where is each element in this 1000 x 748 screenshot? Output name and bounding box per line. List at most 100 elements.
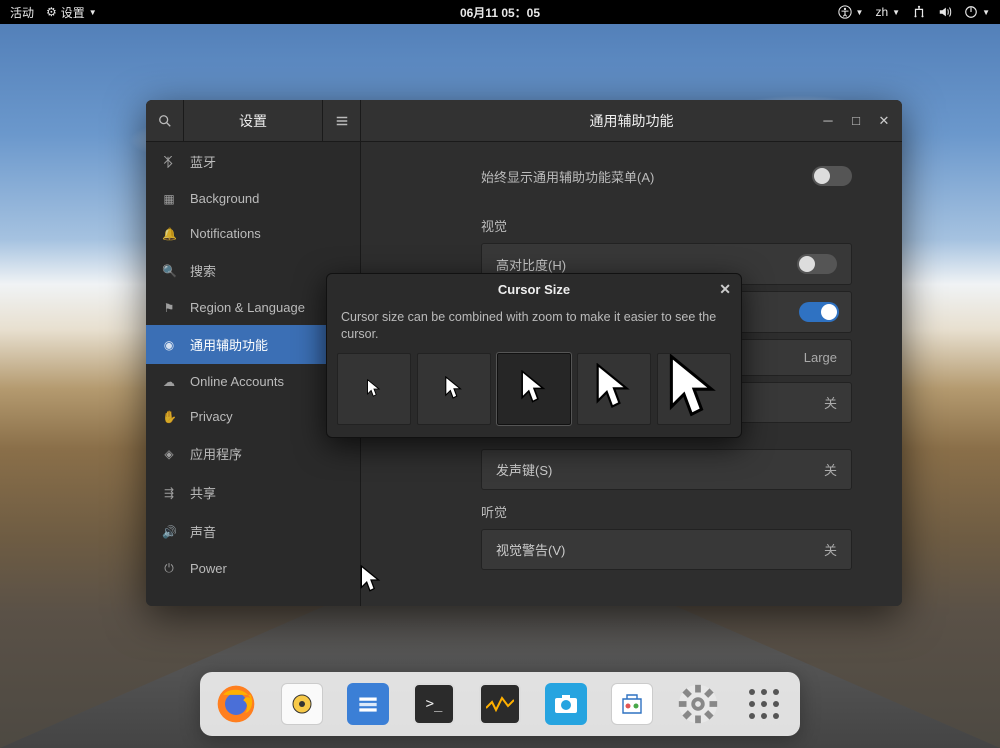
sidebar-item-label: 声音 <box>190 522 216 541</box>
dock-icon-screenshot[interactable] <box>542 680 590 728</box>
dock-icon-software[interactable] <box>608 680 656 728</box>
cursor-size-value: Large <box>804 350 837 365</box>
sidebar-item-apps[interactable]: ◈ 应用程序 <box>146 434 360 473</box>
sidebar-item-label: Privacy <box>190 409 233 424</box>
popover-description: Cursor size can be combined with zoom to… <box>327 303 741 353</box>
sidebar-search-button[interactable] <box>146 100 184 142</box>
maximize-button[interactable]: □ <box>844 109 868 133</box>
always-show-menu-label: 始终显示通用辅助功能菜单(A) <box>481 167 654 186</box>
cursor-icon <box>520 370 548 407</box>
input-source-label: zh <box>875 5 888 19</box>
sidebar-item-bell[interactable]: 🔔 Notifications <box>146 216 360 251</box>
cursor-icon <box>595 363 633 414</box>
sound-keys-label: 发声键(S) <box>496 460 552 479</box>
caret-down-icon: ▼ <box>856 8 864 17</box>
power-icon <box>964 5 978 19</box>
popover-title: Cursor Size <box>498 282 570 297</box>
search-icon <box>158 114 172 128</box>
sidebar-item-background[interactable]: ▦ Background <box>146 181 360 216</box>
power-icon: ⏻ <box>162 561 176 576</box>
dock-icon-rhythmbox[interactable] <box>278 680 326 728</box>
cursor-size-option-2[interactable] <box>417 353 491 425</box>
sidebar-item-share[interactable]: ⇶ 共享 <box>146 473 360 512</box>
desktop-cursor-graphic <box>360 565 382 595</box>
sidebar-item-label: 通用辅助功能 <box>190 335 268 354</box>
top-panel: 活动 ⚙ 设置 ▼ 06月11 05：05 ▼ zh ▼ ▼ <box>0 0 1000 24</box>
share-icon: ⇶ <box>162 486 176 500</box>
flag-icon: ⚑ <box>162 301 176 315</box>
high-contrast-label: 高对比度(H) <box>496 255 566 274</box>
accessibility-icon <box>838 5 852 19</box>
cursor-icon <box>668 354 720 424</box>
cloud-icon: ☁ <box>162 375 176 389</box>
sidebar-item-label: 搜索 <box>190 261 216 280</box>
caret-down-icon: ▼ <box>89 8 97 17</box>
sidebar-item-label: Notifications <box>190 226 261 241</box>
cursor-size-option-1[interactable] <box>337 353 411 425</box>
unknown-off-value: 关 <box>824 393 837 412</box>
section-hearing-label: 听觉 <box>481 502 852 521</box>
dock-icon-monitor[interactable] <box>476 680 524 728</box>
caret-down-icon: ▼ <box>892 8 900 17</box>
caret-down-icon: ▼ <box>982 8 990 17</box>
network-icon[interactable] <box>912 5 926 19</box>
cursor-size-option-3[interactable] <box>497 353 571 425</box>
clock[interactable]: 06月11 05：05 <box>460 4 540 21</box>
sidebar-menu-button[interactable] <box>322 100 360 142</box>
accessibility-indicator[interactable]: ▼ <box>838 5 864 19</box>
hamburger-icon <box>335 114 349 128</box>
visual-alert-label: 视觉警告(V) <box>496 540 565 559</box>
section-vision-label: 视觉 <box>481 216 852 235</box>
sidebar-item-label: 蓝牙 <box>190 152 216 171</box>
sidebar-item-label: Power <box>190 561 227 576</box>
dock: >_ <box>200 672 800 736</box>
app-menu-label: 设置 <box>61 4 85 21</box>
sidebar-title: 设置 <box>184 111 322 131</box>
search-icon: 🔍 <box>162 264 176 278</box>
large-text-switch[interactable] <box>799 302 839 322</box>
high-contrast-switch[interactable] <box>797 254 837 274</box>
always-show-menu-switch[interactable] <box>812 166 852 186</box>
sound-icon: 🔊 <box>162 525 176 539</box>
activities-button[interactable]: 活动 <box>10 4 34 21</box>
dock-icon-terminal[interactable]: >_ <box>410 680 458 728</box>
content-header: 通用辅助功能 ─ □ ✕ <box>361 100 902 142</box>
sidebar-item-bluetooth[interactable]: 蓝牙 <box>146 142 360 181</box>
sidebar-item-label: Online Accounts <box>190 374 284 389</box>
app-menu-button[interactable]: ⚙ 设置 ▼ <box>46 4 97 21</box>
dock-icon-files[interactable] <box>344 680 392 728</box>
apps-icon: ◈ <box>162 447 176 461</box>
dock-icon-firefox[interactable] <box>212 680 260 728</box>
sound-keys-row[interactable]: 发声键(S) 关 <box>481 449 852 490</box>
sidebar-header: 设置 <box>146 100 360 142</box>
visual-alert-value: 关 <box>824 540 837 559</box>
popover-close-button[interactable]: ✕ <box>719 281 731 298</box>
visual-alert-row[interactable]: 视觉警告(V) 关 <box>481 529 852 570</box>
sound-keys-value: 关 <box>824 460 837 479</box>
cursor-icon <box>444 376 464 402</box>
cursor-size-option-5[interactable] <box>657 353 731 425</box>
cursor-size-popover: Cursor Size ✕ Cursor size can be combine… <box>326 273 742 438</box>
cursor-size-options <box>327 353 741 425</box>
gear-icon: ⚙ <box>46 5 57 19</box>
dock-icon-apps[interactable] <box>740 680 788 728</box>
sidebar-item-label: 应用程序 <box>190 444 242 463</box>
volume-icon[interactable] <box>938 5 952 19</box>
system-menu[interactable]: ▼ <box>964 5 990 19</box>
sidebar-item-label: Background <box>190 191 259 206</box>
sidebar-item-sound[interactable]: 🔊 声音 <box>146 512 360 551</box>
minimize-button[interactable]: ─ <box>816 109 840 133</box>
input-source-indicator[interactable]: zh ▼ <box>875 5 900 19</box>
dock-icon-settings[interactable] <box>674 680 722 728</box>
close-button[interactable]: ✕ <box>872 109 896 133</box>
sidebar-item-label: 共享 <box>190 483 216 502</box>
background-icon: ▦ <box>162 192 176 206</box>
sidebar-item-power[interactable]: ⏻ Power <box>146 551 360 586</box>
bell-icon: 🔔 <box>162 227 176 241</box>
bluetooth-icon <box>162 156 176 168</box>
hand-icon: ✋ <box>162 410 176 424</box>
content-title: 通用辅助功能 <box>590 111 674 131</box>
sidebar-item-label: Region & Language <box>190 300 305 315</box>
cursor-size-option-4[interactable] <box>577 353 651 425</box>
accessibility-icon: ◉ <box>162 338 176 352</box>
